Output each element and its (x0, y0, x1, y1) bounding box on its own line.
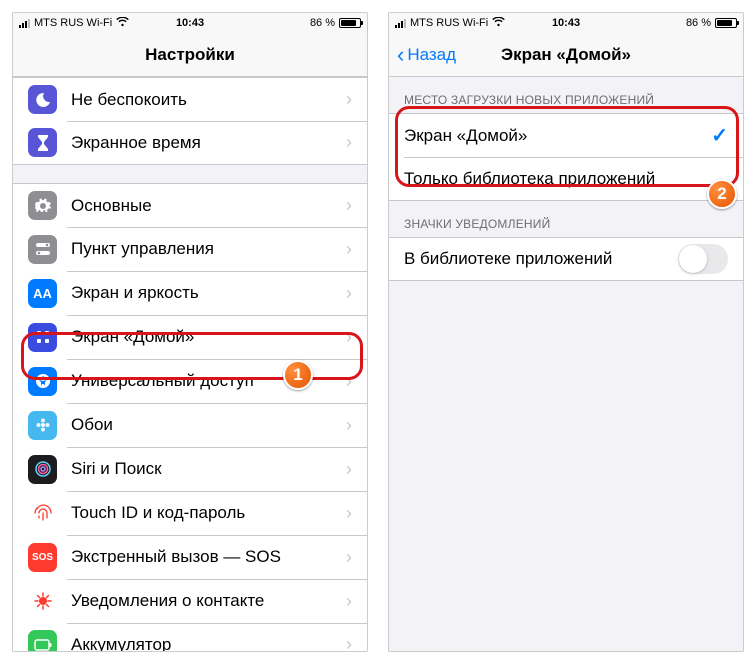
option-label: Только библиотека приложений (404, 169, 728, 189)
wifi-icon (492, 17, 505, 30)
signal-icon (19, 19, 30, 28)
row-label: Аккумулятор (71, 635, 346, 652)
signal-icon (395, 19, 406, 28)
toggle-label: В библиотеке приложений (404, 249, 678, 269)
settings-row-display[interactable]: AA Экран и яркость › (13, 271, 367, 315)
chevron-right-icon: › (346, 591, 352, 612)
battery-icon (339, 18, 361, 28)
chevron-right-icon: › (346, 503, 352, 524)
option-app-library-only[interactable]: Только библиотека приложений (389, 157, 743, 201)
row-label: Экран и яркость (71, 283, 346, 303)
home-screen-settings: MTS RUS Wi-Fi 10:43 86 % ‹ Назад Экран «… (388, 12, 744, 652)
accessibility-icon (28, 367, 57, 396)
chevron-right-icon: › (346, 327, 352, 348)
section-header-badges: ЗНАЧКИ УВЕДОМЛЕНИЙ (389, 201, 743, 237)
flower-icon (28, 411, 57, 440)
settings-row-home-screen[interactable]: Экран «Домой» › (13, 315, 367, 359)
siri-icon (28, 455, 57, 484)
settings-row-control-center[interactable]: Пункт управления › (13, 227, 367, 271)
chevron-right-icon: › (346, 283, 352, 304)
fingerprint-icon (28, 499, 57, 528)
row-label: Siri и Поиск (71, 459, 346, 479)
toggle-library-badges[interactable]: В библиотеке приложений (389, 237, 743, 281)
switches-icon (28, 235, 57, 264)
settings-row-dnd[interactable]: Не беспокоить › (13, 77, 367, 121)
chevron-right-icon: › (346, 634, 352, 651)
moon-icon (28, 85, 57, 114)
hourglass-icon (28, 128, 57, 157)
carrier-label: MTS RUS Wi-Fi (34, 17, 112, 29)
row-label: Экстренный вызов — SOS (71, 547, 346, 567)
chevron-right-icon: › (346, 415, 352, 436)
app-grid-icon (28, 323, 57, 352)
sos-icon: SOS (28, 543, 57, 572)
settings-row-accessibility[interactable]: Универсальный доступ › (13, 359, 367, 403)
back-button[interactable]: ‹ Назад (397, 33, 456, 76)
clock-label: 10:43 (552, 17, 580, 29)
battery-icon (28, 630, 57, 651)
text-size-icon: AA (28, 279, 57, 308)
nav-bar: Настройки (13, 33, 367, 77)
chevron-right-icon: › (346, 239, 352, 260)
row-label: Обои (71, 415, 346, 435)
chevron-right-icon: › (346, 547, 352, 568)
settings-row-screentime[interactable]: Экранное время › (13, 121, 367, 165)
row-label: Touch ID и код-пароль (71, 503, 346, 523)
row-label: Экран «Домой» (71, 327, 346, 347)
option-label: Экран «Домой» (404, 126, 711, 146)
chevron-right-icon: › (346, 89, 352, 110)
toggle-switch[interactable] (678, 244, 728, 274)
page-title: Настройки (145, 45, 235, 65)
page-title: Экран «Домой» (501, 45, 631, 65)
settings-row-wallpaper[interactable]: Обои › (13, 403, 367, 447)
chevron-right-icon: › (346, 371, 352, 392)
chevron-right-icon: › (346, 132, 352, 153)
row-label: Универсальный доступ (71, 371, 346, 391)
chevron-right-icon: › (346, 459, 352, 480)
settings-row-siri[interactable]: Siri и Поиск › (13, 447, 367, 491)
nav-bar: ‹ Назад Экран «Домой» (389, 33, 743, 77)
settings-row-exposure[interactable]: Уведомления о контакте › (13, 579, 367, 623)
battery-pct-label: 86 % (686, 17, 711, 29)
settings-screen: MTS RUS Wi-Fi 10:43 86 % Настройки Не бе… (12, 12, 368, 652)
virus-icon (28, 587, 57, 616)
section-header-download-location: МЕСТО ЗАГРУЗКИ НОВЫХ ПРИЛОЖЕНИЙ (389, 77, 743, 113)
battery-pct-label: 86 % (310, 17, 335, 29)
clock-label: 10:43 (176, 17, 204, 29)
row-label: Не беспокоить (71, 90, 346, 110)
status-bar: MTS RUS Wi-Fi 10:43 86 % (13, 13, 367, 33)
battery-icon (715, 18, 737, 28)
chevron-right-icon: › (346, 195, 352, 216)
chevron-left-icon: ‹ (397, 44, 404, 66)
option-home-screen[interactable]: Экран «Домой» ✓ (389, 113, 743, 157)
settings-row-sos[interactable]: SOS Экстренный вызов — SOS › (13, 535, 367, 579)
wifi-icon (116, 17, 129, 30)
row-label: Уведомления о контакте (71, 591, 346, 611)
row-label: Пункт управления (71, 239, 346, 259)
back-label: Назад (407, 45, 456, 65)
row-label: Основные (71, 196, 346, 216)
settings-row-battery[interactable]: Аккумулятор › (13, 623, 367, 651)
row-label: Экранное время (71, 133, 346, 153)
gear-icon (28, 191, 57, 220)
status-bar: MTS RUS Wi-Fi 10:43 86 % (389, 13, 743, 33)
checkmark-icon: ✓ (711, 123, 728, 148)
carrier-label: MTS RUS Wi-Fi (410, 17, 488, 29)
settings-row-touchid[interactable]: Touch ID и код-пароль › (13, 491, 367, 535)
settings-row-general[interactable]: Основные › (13, 183, 367, 227)
